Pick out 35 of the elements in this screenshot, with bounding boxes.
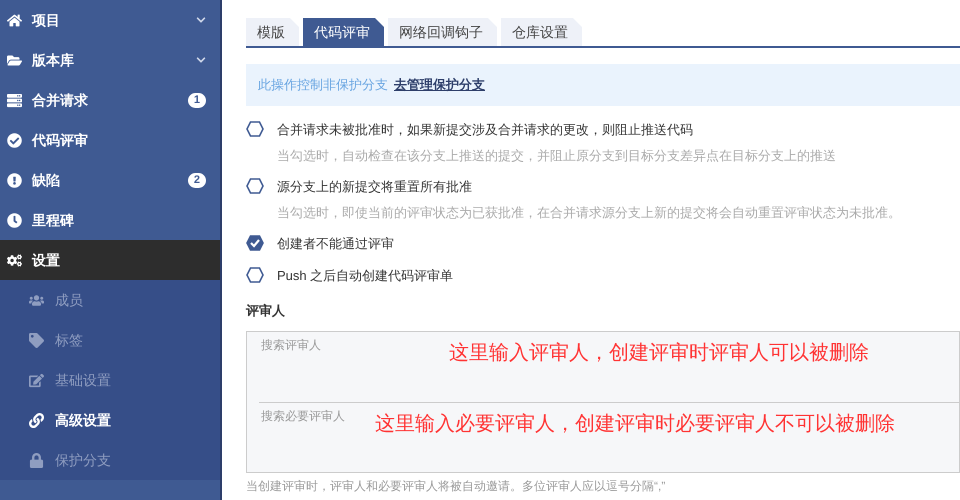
- tab[interactable]: 模版: [246, 18, 299, 46]
- option-label: Push 之后自动创建代码评审单: [277, 266, 454, 284]
- option-hint: 当勾选时，即使当前的评审状态为已获批准，在合并请求源分支上新的提交将会自动重置评审状态为未批准。: [277, 204, 901, 222]
- tab[interactable]: 仓库设置: [501, 18, 582, 46]
- annotation-text: 这里输入必要评审人，创建评审时必要评审人不可以被删除: [375, 412, 895, 436]
- manage-link[interactable]: 去管理保护分支: [394, 75, 485, 95]
- sidebar-subitem[interactable]: 高级设置: [0, 400, 220, 440]
- help-text: 当创建评审时，评审人和必要评审人将被自动邀请。多位评审人应以逗号分隔“,”: [246, 478, 666, 494]
- edit-icon: [29, 372, 44, 388]
- users-icon: [29, 292, 44, 308]
- link-icon: [29, 412, 44, 428]
- checked-checkbox-icon[interactable]: [246, 235, 264, 251]
- tag-icon: [29, 332, 44, 348]
- count-badge: 1: [188, 92, 206, 108]
- folder-icon: [7, 52, 22, 68]
- checkbox-icon[interactable]: [246, 121, 264, 137]
- annotation-text: 这里输入评审人，创建评审时评审人可以被删除: [449, 340, 869, 366]
- option-label: 合并请求未被批准时，如果新提交涉及合并请求的更改，则阻止推送代码: [277, 121, 694, 139]
- checkbox-icon[interactable]: [246, 266, 264, 282]
- checkbox-icon[interactable]: [246, 178, 264, 194]
- gears-icon: [7, 252, 22, 268]
- option-hint: 当勾选时，自动检查在该分支上推送的提交，并阻止原分支到目标分支差异点在目标分支上的推送: [277, 146, 836, 164]
- section-title: 评审人: [246, 302, 286, 320]
- count-badge: 2: [188, 172, 206, 188]
- notice-text: 此操作控制非保护分支: [258, 76, 388, 94]
- option-label: 源分支上的新提交将重置所有批准: [277, 178, 473, 196]
- option-label: 创建者不能通过评审: [277, 235, 394, 253]
- sidebar-item[interactable]: 设置: [0, 240, 220, 280]
- lock-icon: [29, 452, 44, 468]
- clock-icon: [7, 212, 22, 228]
- server-icon: [7, 92, 22, 108]
- tab[interactable]: 网络回调钩子: [388, 18, 497, 46]
- tab[interactable]: 代码评审: [303, 18, 384, 46]
- home-icon: [7, 12, 22, 28]
- exclamation-icon: [7, 172, 22, 188]
